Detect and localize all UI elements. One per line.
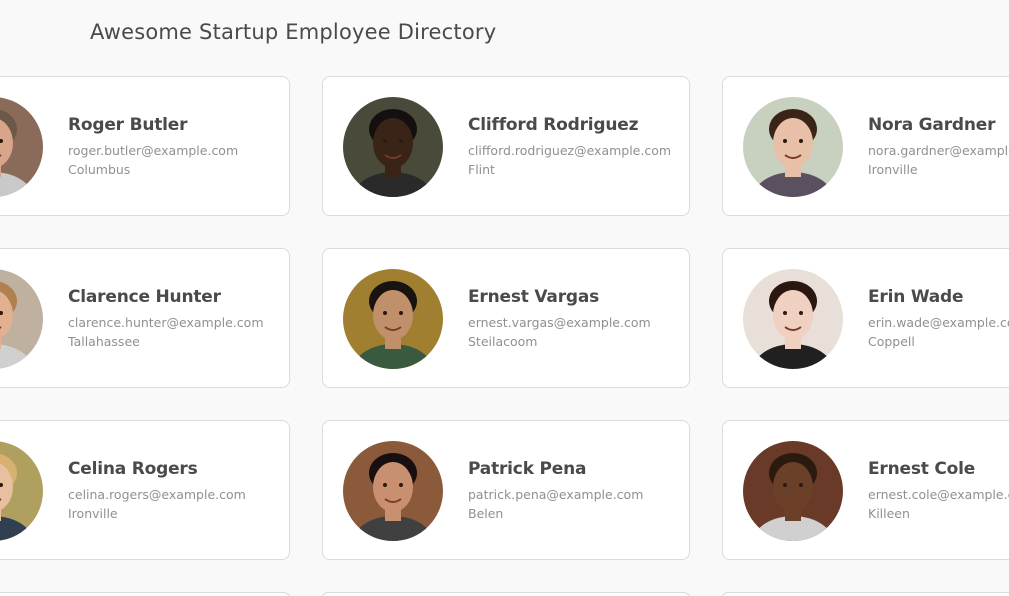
employee-city: Steilacoom [468, 334, 538, 349]
employee-city: Tallahassee [68, 334, 140, 349]
avatar [0, 97, 43, 197]
employee-city: Flint [468, 162, 495, 177]
employee-email: celina.rogers@example.com [68, 487, 246, 502]
employee-card[interactable]: Clarence Hunter clarence.hunter@example.c… [0, 248, 290, 388]
employee-name: Ernest Cole [868, 459, 976, 479]
employee-city: Columbus [68, 162, 131, 177]
avatar [343, 441, 443, 541]
employee-card[interactable] [0, 592, 290, 596]
employee-name: Clifford Rodriguez [468, 115, 639, 135]
employee-info: Roger Butler roger.butler@example.com Colu… [68, 115, 238, 179]
page-title: Awesome Startup Employee Directory [90, 20, 497, 44]
avatar [0, 441, 43, 541]
avatar [343, 97, 443, 197]
employee-card[interactable]: Roger Butler roger.butler@example.com Colu… [0, 76, 290, 216]
employee-info: Nora Gardner nora.gardner@example.com Iron… [868, 115, 1009, 179]
employee-city: Ironville [868, 162, 918, 177]
employee-email: ernest.vargas@example.com [468, 315, 651, 330]
employee-city: Belen [468, 506, 504, 521]
employee-city: Killeen [868, 506, 910, 521]
employee-info: Ernest Cole ernest.cole@example.com Killee… [868, 459, 1009, 523]
avatar [743, 97, 843, 197]
employee-city: Coppell [868, 334, 915, 349]
employee-email: clarence.hunter@example.com [68, 315, 264, 330]
employee-name: Roger Butler [68, 115, 188, 135]
employee-email: clifford.rodriguez@example.com [468, 143, 672, 158]
employee-info: Clifford Rodriguez clifford.rodriguez@exa… [468, 115, 671, 179]
employee-directory-page: Awesome Startup Employee Directory Roger… [0, 0, 1009, 596]
employee-card[interactable]: Nora Gardner nora.gardner@example.com Iron… [722, 76, 1009, 216]
employee-card[interactable]: Erin Wade erin.wade@example.com Coppell [722, 248, 1009, 388]
employee-name: Clarence Hunter [68, 287, 221, 307]
employee-card[interactable] [322, 592, 690, 596]
employee-info: Clarence Hunter clarence.hunter@example.c… [68, 287, 264, 351]
employee-info: Celina Rogers celina.rogers@example.com Ir… [68, 459, 246, 523]
employee-name: Erin Wade [868, 287, 964, 307]
avatar [0, 269, 43, 369]
employee-name: Patrick Pena [468, 459, 587, 479]
employee-name: Ernest Vargas [468, 287, 600, 307]
employee-name: Celina Rogers [68, 459, 198, 479]
employee-info: Patrick Pena patrick.pena@example.com Bele… [468, 459, 643, 523]
employee-city: Ironville [68, 506, 118, 521]
employee-card[interactable]: Celina Rogers celina.rogers@example.com Ir… [0, 420, 290, 560]
employee-email: ernest.cole@example.com [868, 487, 1009, 502]
employee-info: Erin Wade erin.wade@example.com Coppell [868, 287, 1009, 351]
avatar [743, 441, 843, 541]
employee-card[interactable] [722, 592, 1009, 596]
employee-email: patrick.pena@example.com [468, 487, 644, 502]
avatar [743, 269, 843, 369]
employee-email: nora.gardner@example.com [868, 143, 1009, 158]
employee-card[interactable]: Clifford Rodriguez clifford.rodriguez@exa… [322, 76, 690, 216]
employee-name: Nora Gardner [868, 115, 996, 135]
employee-card[interactable]: Ernest Vargas ernest.vargas@example.com St… [322, 248, 690, 388]
employee-email: roger.butler@example.com [68, 143, 239, 158]
employee-email: erin.wade@example.com [868, 315, 1009, 330]
employee-info: Ernest Vargas ernest.vargas@example.com St… [468, 287, 651, 351]
avatar [343, 269, 443, 369]
employee-card[interactable]: Patrick Pena patrick.pena@example.com Bele… [322, 420, 690, 560]
employee-card[interactable]: Ernest Cole ernest.cole@example.com Killee… [722, 420, 1009, 560]
